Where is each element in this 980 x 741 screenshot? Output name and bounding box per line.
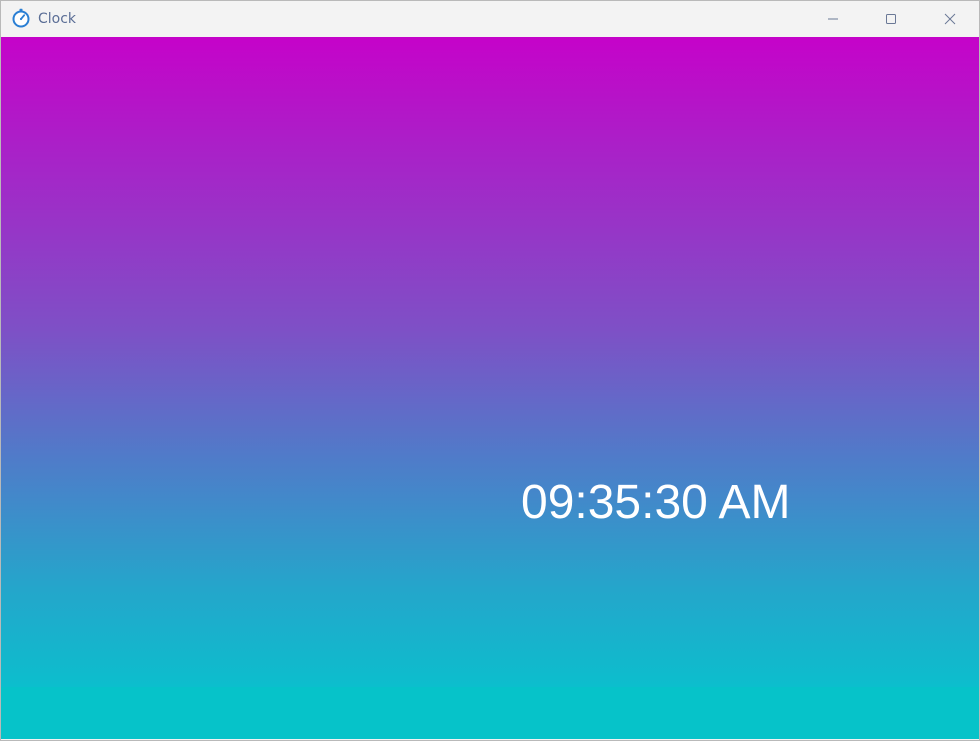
close-icon [944, 10, 956, 29]
time-label: 09:35:30 AM [521, 476, 791, 529]
window-title: Clock [38, 11, 77, 27]
stopwatch-icon [11, 8, 31, 28]
maximize-icon [885, 10, 897, 29]
close-button[interactable] [921, 1, 979, 37]
clock-display-area: 09:35:30 AM [1, 37, 979, 687]
title-bar[interactable]: Clock [1, 1, 979, 37]
maximize-button[interactable] [862, 1, 920, 37]
clock-window: Clock 09:35:30 AM [0, 0, 980, 741]
bottom-bar [1, 687, 979, 739]
minimize-button[interactable] [804, 1, 862, 37]
minimize-icon [827, 10, 839, 29]
